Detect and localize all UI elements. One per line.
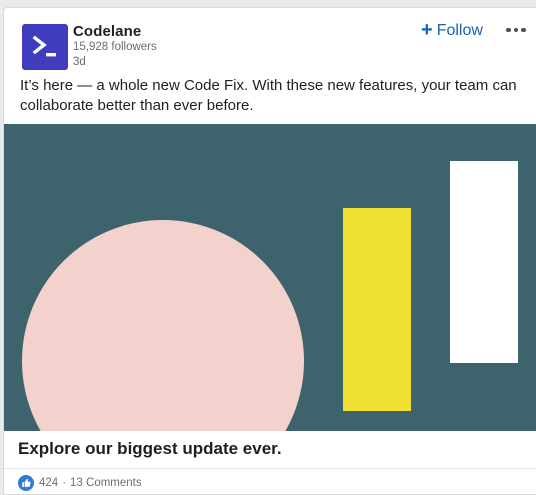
ellipsis-icon	[521, 27, 526, 33]
comments-count[interactable]: 13 Comments	[70, 477, 142, 489]
plus-icon: +	[421, 19, 433, 41]
follow-button[interactable]: + Follow	[421, 20, 483, 42]
link-headline-bar[interactable]: Explore our biggest update ever.	[4, 431, 536, 469]
company-name[interactable]: Codelane	[73, 23, 141, 40]
yellow-rectangle-shape	[343, 208, 411, 411]
white-rectangle-shape	[450, 161, 518, 363]
ellipsis-icon	[506, 27, 511, 33]
company-logo[interactable]	[22, 24, 68, 70]
social-counts-bar: 424 · 13 Comments	[4, 469, 536, 494]
separator-dot: ·	[62, 476, 67, 489]
more-options-button[interactable]	[501, 19, 531, 41]
abstract-shapes-graphic	[4, 124, 536, 431]
terminal-prompt-icon	[22, 24, 68, 70]
post-timestamp: 3d	[73, 56, 86, 68]
reaction-count[interactable]: 424	[39, 477, 58, 489]
link-headline[interactable]: Explore our biggest update ever.	[18, 439, 282, 459]
ellipsis-icon	[513, 27, 519, 33]
thumbs-up-icon	[18, 474, 34, 491]
post-body-text: It’s here — a whole new Code Fix. With t…	[20, 77, 517, 114]
feed-post-card: Codelane 15,928 followers 3d + Follow It…	[3, 7, 536, 495]
post-image[interactable]	[4, 124, 536, 431]
follow-label: Follow	[436, 22, 483, 39]
follower-count: 15,928 followers	[73, 41, 157, 53]
